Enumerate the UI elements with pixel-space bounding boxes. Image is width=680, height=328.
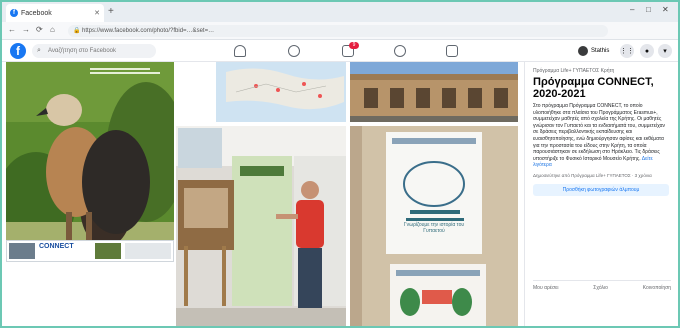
minimize-button[interactable]: –	[630, 5, 634, 14]
post-body: Στο πρόγραμμα Πρόγραμμα CONNECT, το οποί…	[533, 103, 670, 169]
share-button[interactable]: Κοινοποίηση	[643, 285, 671, 291]
tab-title: Facebook	[21, 9, 52, 17]
search-icon: ⌕	[37, 47, 41, 54]
post-text: Στο πρόγραμμα Πρόγραμμα CONNECT, το οποί…	[533, 103, 665, 162]
connect-banner: CONNECT	[6, 240, 174, 262]
map-image	[216, 62, 346, 122]
gaming-nav-icon[interactable]	[446, 45, 458, 57]
add-photos-button[interactable]: Προσθήκη φωτογραφιών άλμπουμ	[533, 183, 669, 196]
new-tab-button[interactable]: +	[108, 6, 114, 17]
poster-photo[interactable]: Γνωρίζουμε την ιστορία του Γυπαετού	[350, 126, 518, 326]
groups-nav-icon[interactable]	[394, 45, 406, 57]
tab-strip: f Facebook ✕ + – □ ✕	[2, 2, 678, 22]
home-icon[interactable]: ⌂	[50, 25, 55, 34]
maximize-button[interactable]: □	[646, 5, 651, 14]
close-window-button[interactable]: ✕	[662, 5, 669, 14]
facebook-favicon-icon: f	[10, 9, 18, 17]
map-photo[interactable]	[216, 62, 346, 122]
banner-thumbnail	[95, 243, 121, 259]
banner-thumbnail	[9, 243, 35, 259]
avatar	[578, 46, 588, 56]
post-meta: Δημοσιεύτηκε από Πρόγραμμα Life+ ΓΥΠΑΕΤΟ…	[533, 172, 652, 178]
vulture-image	[6, 62, 174, 262]
friends-nav-icon[interactable]	[288, 45, 300, 57]
home-nav-icon[interactable]	[234, 45, 246, 57]
photo-album: CONNECT Γνωρίζουμε την ιστορία του Γυπαε…	[2, 62, 522, 326]
post-title: Πρόγραμμα CONNECT, 2020-2021	[533, 76, 654, 100]
vulture-photo[interactable]	[6, 62, 174, 262]
facebook-header: f ⌕ Αναζήτηση στο Facebook 9 Stathis ⋮⋮ …	[2, 40, 678, 62]
menu-grid-icon[interactable]: ⋮⋮	[620, 44, 634, 58]
browser-tab[interactable]: f Facebook ✕	[6, 4, 104, 22]
search-input[interactable]: ⌕ Αναζήτηση στο Facebook	[32, 44, 156, 58]
connect-logo-text: CONNECT	[39, 243, 74, 250]
account-dropdown-icon[interactable]: ▾	[658, 44, 672, 58]
like-button[interactable]: Μου αρέσει	[533, 285, 558, 291]
exhibition-photo[interactable]	[176, 126, 346, 326]
browser-window: f Facebook ✕ + – □ ✕ ← → ⟳ ⌂ https://www…	[2, 2, 678, 326]
profile-button[interactable]: Stathis	[578, 45, 609, 57]
navigation-bar: ← → ⟳ ⌂ https://www.facebook.com/photo/?…	[2, 22, 678, 54]
address-bar[interactable]: https://www.facebook.com/photo/?fbid=…&s…	[68, 25, 608, 37]
page-name[interactable]: Πρόγραμμα Life+ ΓΥΠΑΕΤΟΣ Κρήτη	[533, 68, 670, 74]
messenger-icon[interactable]: ●	[640, 44, 654, 58]
comment-button[interactable]: Σχόλιο	[593, 285, 608, 291]
profile-name: Stathis	[591, 48, 610, 54]
exhibition-image	[176, 126, 346, 326]
poster-caption: Γνωρίζουμε την ιστορία του Γυπαετού	[402, 222, 466, 234]
post-actions: Μου αρέσει Σχόλιο Κοινοποίηση	[533, 280, 671, 291]
banner-thumbnail	[125, 243, 171, 259]
forward-arrow-icon[interactable]: →	[22, 25, 30, 34]
building-image	[350, 62, 518, 122]
lock-icon: 🔒	[73, 28, 81, 34]
notification-badge: 9	[349, 42, 359, 49]
reload-icon[interactable]: ⟳	[36, 25, 43, 34]
back-arrow-icon[interactable]: ←	[8, 25, 16, 34]
close-tab-icon[interactable]: ✕	[94, 9, 100, 17]
building-photo[interactable]	[350, 62, 518, 122]
facebook-logo[interactable]: f	[10, 43, 26, 59]
post-sidebar: Πρόγραμμα Life+ ΓΥΠΑΕΤΟΣ Κρήτη Πρόγραμμα…	[524, 62, 678, 326]
search-placeholder: Αναζήτηση στο Facebook	[48, 48, 116, 54]
